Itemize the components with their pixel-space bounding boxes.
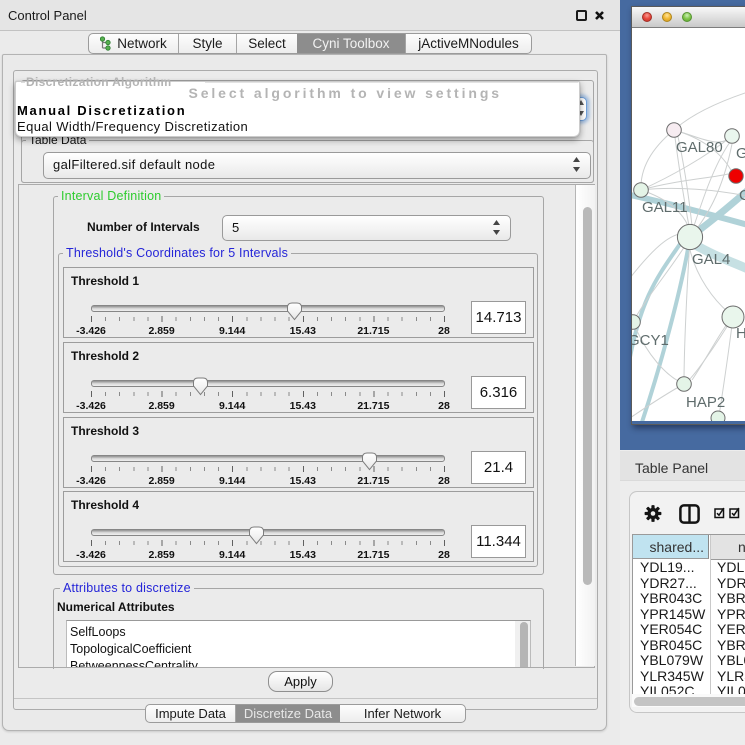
svg-text:GAL4: GAL4 (692, 251, 730, 268)
svg-text:H: H (736, 325, 745, 342)
svg-text:GAL80: GAL80 (676, 139, 723, 156)
svg-text:HAP2: HAP2 (686, 394, 725, 411)
svg-text:C: C (739, 187, 745, 204)
svg-text:G: G (736, 145, 745, 162)
svg-text:GAL11: GAL11 (642, 199, 688, 216)
svg-text:GCY1: GCY1 (632, 332, 669, 349)
